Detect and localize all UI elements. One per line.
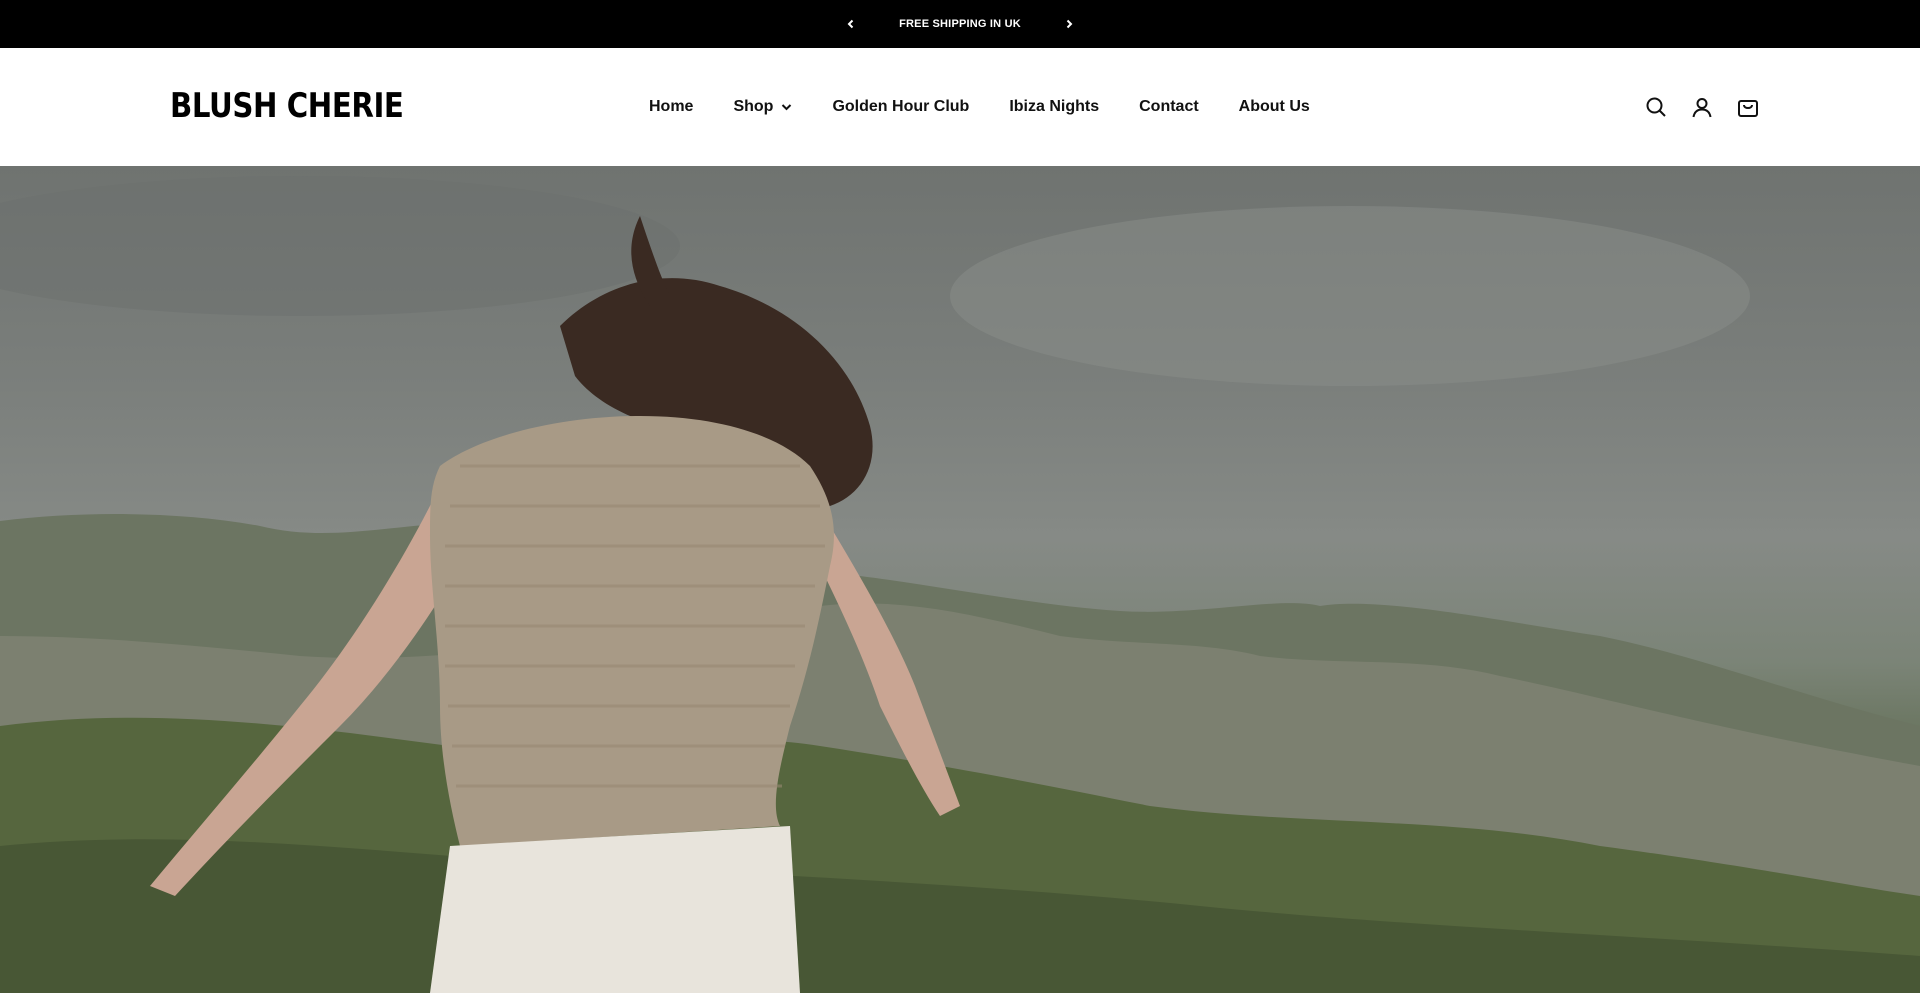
nav-item-label: Shop	[733, 98, 774, 115]
account-icon	[1692, 98, 1712, 118]
nav-item-label: Golden Hour Club	[832, 98, 970, 115]
chevron-left-icon	[847, 19, 854, 29]
hero-image	[0, 176, 1920, 993]
nav-item-ibiza-nights[interactable]: Ibiza Nights	[1009, 98, 1099, 116]
nav-item-label: About Us	[1238, 98, 1310, 115]
chevron-down-icon	[782, 104, 792, 111]
main-nav: Home Shop Golden Hour Club Ibiza Nights …	[649, 48, 1310, 166]
cart-icon	[1738, 100, 1758, 117]
search-icon	[1646, 97, 1666, 117]
nav-item-shop[interactable]: Shop	[733, 98, 792, 116]
site-logo[interactable]: BLUSH CHERIE	[170, 86, 404, 126]
nav-item-label: Home	[649, 98, 694, 115]
cart-button[interactable]	[1736, 95, 1760, 119]
search-button[interactable]	[1644, 95, 1668, 119]
nav-item-home[interactable]: Home	[649, 98, 693, 116]
nav-item-contact[interactable]: Contact	[1139, 98, 1199, 116]
announcement-prev-button[interactable]	[837, 10, 865, 38]
nav-item-label: Contact	[1139, 98, 1199, 115]
nav-item-golden-hour-club[interactable]: Golden Hour Club	[832, 98, 969, 116]
chevron-right-icon	[1066, 19, 1073, 29]
site-header: BLUSH CHERIE Home Shop Golden Hour Club …	[0, 48, 1920, 166]
announcement-next-button[interactable]	[1055, 10, 1083, 38]
header-icons	[1644, 48, 1760, 166]
hero-banner	[0, 166, 1920, 993]
nav-item-label: Ibiza Nights	[1009, 98, 1100, 115]
account-button[interactable]	[1690, 95, 1714, 119]
announcement-text: FREE SHIPPING IN UK	[899, 18, 1021, 30]
announcement-bar: FREE SHIPPING IN UK	[0, 0, 1920, 48]
nav-item-about-us[interactable]: About Us	[1239, 98, 1310, 116]
